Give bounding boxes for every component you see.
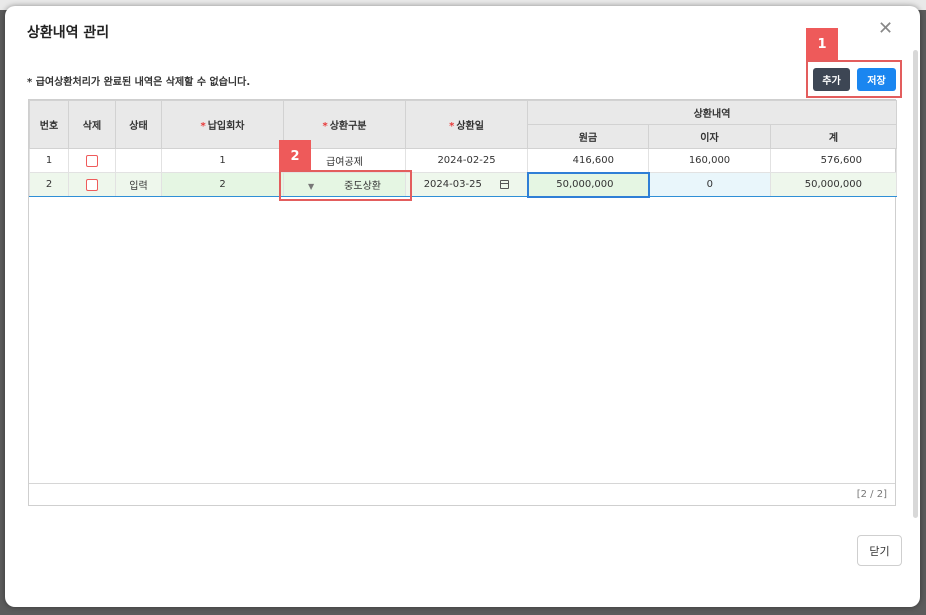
cell-status: 입력 — [115, 172, 162, 197]
cell-repay-date[interactable]: 2024-03-25 — [405, 172, 528, 197]
header-status: 상태 — [115, 100, 162, 149]
cell-no: 2 — [29, 172, 69, 197]
annotation-badge-2: 2 — [279, 140, 311, 172]
cell-pay-round[interactable]: 2 — [161, 172, 284, 197]
repay-date-value: 2024-03-25 — [423, 179, 482, 190]
cell-interest[interactable]: 160,000 — [648, 148, 771, 173]
cell-principal[interactable]: 50,000,000 — [526, 171, 650, 198]
cell-status — [115, 148, 162, 173]
repayment-grid: 번호 삭제 상태 * 납입회차 * 상환구분 * 상환일 상환내역 원금 이자 계 1 — [28, 99, 898, 506]
header-principal: 원금 — [527, 124, 649, 149]
delete-checkbox[interactable] — [86, 178, 98, 191]
table-row[interactable]: 2 입력 2 ▼ 중도상환 2024-03-25 50,000,000 0 50,… — [29, 171, 898, 198]
cell-interest[interactable]: 0 — [648, 172, 771, 197]
repayment-dialog: 상환내역 관리 ✕ 1 추가 저장 * 급여상환처리가 완료된 내역은 삭제할 … — [5, 6, 920, 607]
calendar-icon[interactable] — [499, 179, 509, 189]
close-icon[interactable]: ✕ — [878, 20, 893, 38]
header-pay-round: * 납입회차 — [161, 100, 284, 149]
cell-principal[interactable]: 416,600 — [527, 148, 649, 173]
header-total: 계 — [769, 124, 898, 149]
add-button[interactable]: 추가 — [813, 68, 850, 91]
header-no: 번호 — [29, 100, 69, 149]
notice-text: * 급여상환처리가 완료된 내역은 삭제할 수 없습니다. — [27, 77, 251, 88]
page-indicator: [2 / 2] — [29, 483, 895, 505]
header-repay-type-label: 상환구분 — [329, 121, 367, 132]
table-row[interactable]: 1 1 급여공제 2024-02-25 416,600 160,000 576,… — [29, 148, 898, 173]
header-interest: 이자 — [648, 124, 771, 149]
header-pay-round-label: 납입회차 — [207, 121, 245, 132]
scrollbar[interactable] — [913, 50, 918, 518]
dialog-title: 상환내역 관리 — [27, 25, 110, 41]
cell-total: 576,600 — [769, 148, 898, 173]
cell-no: 1 — [29, 148, 69, 173]
cell-delete[interactable] — [68, 148, 116, 173]
header-repay-details: 상환내역 — [526, 100, 898, 125]
cell-total: 50,000,000 — [769, 172, 898, 197]
annotation-badge-1: 1 — [806, 28, 838, 60]
required-marker: * — [200, 121, 206, 132]
delete-checkbox[interactable] — [86, 154, 98, 167]
save-button[interactable]: 저장 — [857, 68, 896, 91]
required-marker: * — [449, 121, 455, 132]
header-repay-date-label: 상환일 — [456, 121, 484, 132]
cell-repay-date[interactable]: 2024-02-25 — [405, 148, 528, 173]
header-delete: 삭제 — [68, 100, 116, 149]
cell-delete[interactable] — [68, 172, 116, 197]
header-repay-date: * 상환일 — [405, 100, 528, 149]
cell-pay-round[interactable]: 1 — [161, 148, 284, 173]
required-marker: * — [322, 121, 328, 132]
close-button[interactable]: 닫기 — [857, 535, 902, 566]
annotation-highlight-2 — [279, 170, 412, 201]
